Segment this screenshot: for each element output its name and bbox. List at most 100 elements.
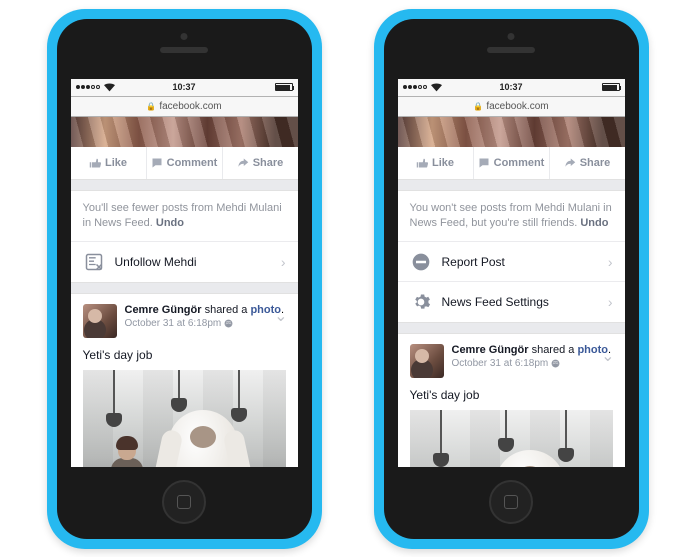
chevron-right-icon: › — [608, 294, 613, 310]
notice-card: You'll see fewer posts from Mehdi Mulani… — [71, 190, 298, 284]
timestamp[interactable]: October 31 at 6:18pm — [125, 318, 222, 329]
wifi-icon — [431, 83, 442, 92]
post-body: Yeti's day job — [398, 384, 625, 410]
comment-label: Comment — [167, 157, 218, 169]
signal-icon — [76, 85, 100, 89]
wifi-icon — [104, 83, 115, 92]
timestamp[interactable]: October 31 at 6:18pm — [452, 358, 549, 369]
signal-icon — [403, 85, 427, 89]
report-icon — [410, 251, 432, 273]
chevron-right-icon: › — [608, 254, 613, 270]
chevron-down-icon[interactable]: ⌄ — [274, 306, 287, 326]
clock: 10:37 — [499, 82, 522, 92]
signal-wifi — [76, 83, 115, 92]
post-card: Cemre Güngör shared a photo. October 31 … — [71, 293, 298, 466]
phone-camera — [181, 33, 188, 40]
battery-group — [602, 83, 620, 91]
notice-text: You won't see posts from Mehdi Mulani in… — [398, 191, 625, 243]
url-text: facebook.com — [159, 101, 221, 112]
chevron-down-icon[interactable]: ⌄ — [601, 346, 614, 366]
post-author[interactable]: Cemre Güngör — [452, 344, 529, 356]
share-icon — [237, 157, 249, 169]
lock-icon: 🔒 — [146, 102, 156, 111]
post-verb: shared a — [202, 304, 251, 316]
post-photo[interactable] — [410, 410, 613, 466]
phone-right: 10:37 🔒 facebook.com Like Comment — [374, 9, 649, 549]
post-header: Cemre Güngör shared a photo. October 31 … — [398, 334, 625, 384]
chevron-right-icon: › — [281, 254, 286, 270]
privacy-icon — [551, 359, 560, 368]
post-body: Yeti's day job — [71, 344, 298, 370]
unfollow-icon — [83, 251, 105, 273]
row-label: Report Post — [442, 255, 505, 269]
battery-group — [275, 83, 293, 91]
post-header: Cemre Güngör shared a photo. October 31 … — [71, 294, 298, 344]
avatar[interactable] — [83, 304, 117, 338]
phone-left: 10:37 🔒 facebook.com Like Comment — [47, 9, 322, 549]
report-row[interactable]: Report Post › — [398, 242, 625, 282]
like-label: Like — [432, 157, 454, 169]
comment-icon — [478, 157, 490, 169]
post-verb: shared a — [529, 344, 578, 356]
status-bar: 10:37 — [71, 79, 298, 97]
photo-yeti — [168, 410, 238, 466]
undo-link[interactable]: Undo — [580, 217, 608, 229]
post-card: Cemre Güngör shared a photo. October 31 … — [398, 333, 625, 466]
battery-icon — [275, 83, 293, 91]
comment-button[interactable]: Comment — [474, 147, 550, 179]
url-bar[interactable]: 🔒 facebook.com — [398, 97, 625, 117]
like-icon — [89, 157, 101, 169]
share-button[interactable]: Share — [223, 147, 298, 179]
post-photo[interactable] — [83, 370, 286, 466]
notice-text: You'll see fewer posts from Mehdi Mulani… — [71, 191, 298, 243]
row-label: News Feed Settings — [442, 295, 549, 309]
cover-photo[interactable] — [71, 117, 298, 147]
share-label: Share — [253, 157, 284, 169]
share-label: Share — [580, 157, 611, 169]
settings-icon — [410, 291, 432, 313]
like-button[interactable]: Like — [71, 147, 147, 179]
post-meta: Cemre Güngör shared a photo. October 31 … — [452, 344, 612, 378]
phone-body: 10:37 🔒 facebook.com Like Comment — [57, 19, 312, 539]
phone-camera — [508, 33, 515, 40]
action-bar: Like Comment Share — [71, 147, 298, 180]
share-icon — [564, 157, 576, 169]
home-button[interactable] — [489, 480, 533, 524]
post-time: October 31 at 6:18pm — [452, 358, 612, 369]
action-bar: Like Comment Share — [398, 147, 625, 180]
photo-yeti — [495, 450, 565, 466]
avatar[interactable] — [410, 344, 444, 378]
battery-icon — [602, 83, 620, 91]
settings-row[interactable]: News Feed Settings › — [398, 282, 625, 322]
like-button[interactable]: Like — [398, 147, 474, 179]
post-time: October 31 at 6:18pm — [125, 318, 285, 329]
url-bar[interactable]: 🔒 facebook.com — [71, 97, 298, 117]
url-text: facebook.com — [486, 101, 548, 112]
home-button[interactable] — [162, 480, 206, 524]
share-button[interactable]: Share — [550, 147, 625, 179]
status-bar: 10:37 — [398, 79, 625, 97]
screen: 10:37 🔒 facebook.com Like Comment — [398, 79, 625, 467]
lock-icon: 🔒 — [473, 102, 483, 111]
post-byline: Cemre Güngör shared a photo. — [452, 344, 612, 356]
comment-label: Comment — [494, 157, 545, 169]
phone-body: 10:37 🔒 facebook.com Like Comment — [384, 19, 639, 539]
post-author[interactable]: Cemre Güngör — [125, 304, 202, 316]
post-meta: Cemre Güngör shared a photo. October 31 … — [125, 304, 285, 338]
comment-icon — [151, 157, 163, 169]
comment-button[interactable]: Comment — [147, 147, 223, 179]
row-label: Unfollow Mehdi — [115, 255, 197, 269]
notice-card: You won't see posts from Mehdi Mulani in… — [398, 190, 625, 324]
privacy-icon — [224, 319, 233, 328]
like-icon — [416, 157, 428, 169]
clock: 10:37 — [172, 82, 195, 92]
cover-photo[interactable] — [398, 117, 625, 147]
signal-wifi — [403, 83, 442, 92]
screen: 10:37 🔒 facebook.com Like Comment — [71, 79, 298, 467]
like-label: Like — [105, 157, 127, 169]
unfollow-row[interactable]: Unfollow Mehdi › — [71, 242, 298, 282]
post-byline: Cemre Güngör shared a photo. — [125, 304, 285, 316]
photo-person — [111, 440, 143, 466]
undo-link[interactable]: Undo — [156, 217, 184, 229]
phone-speaker — [160, 47, 208, 53]
